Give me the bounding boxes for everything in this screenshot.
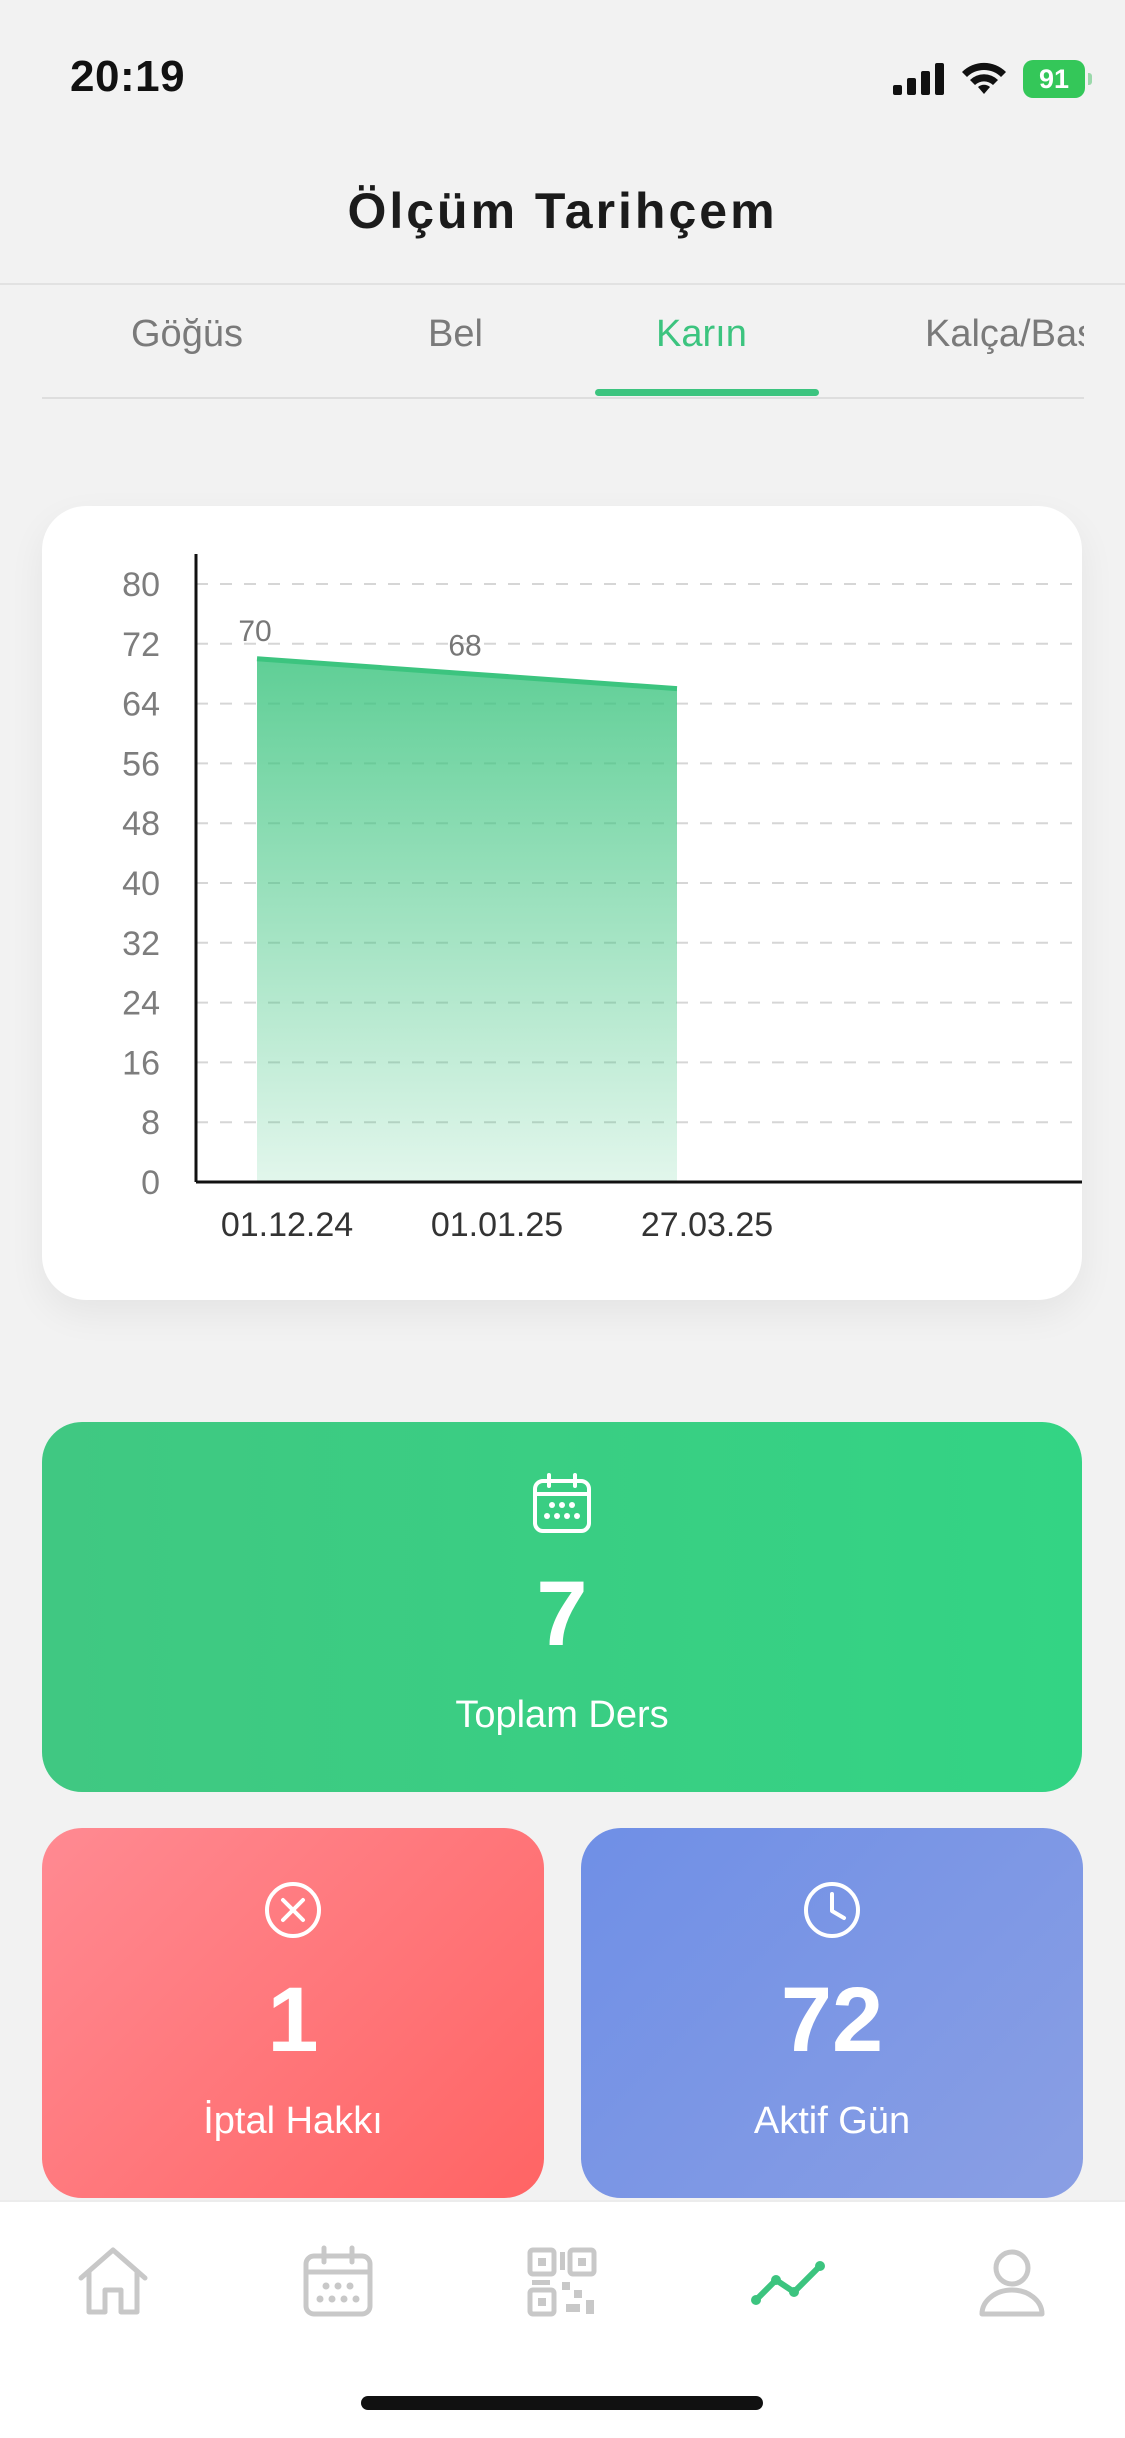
total-lessons-card[interactable]: 7 Toplam Ders — [42, 1422, 1082, 1792]
y-tick-label: 0 — [141, 1164, 160, 1202]
y-tick-label: 56 — [122, 745, 160, 783]
area-fill — [257, 658, 677, 1182]
battery-indicator: 91 — [1023, 60, 1092, 98]
y-tick-label: 80 — [122, 566, 160, 604]
calendar-icon — [533, 1473, 591, 1533]
x-tick-label: 01.12.24 — [221, 1206, 353, 1244]
clock-icon — [804, 1882, 860, 1938]
page-title: Ölçüm Tarihçem — [347, 183, 778, 239]
signal-icon — [893, 63, 944, 95]
cancel-rights-value: 1 — [267, 1969, 319, 2071]
active-days-value: 72 — [780, 1969, 884, 2071]
tab-kalca-basen[interactable]: Kalça/Basen — [925, 313, 1084, 356]
nav-calendar[interactable] — [298, 2242, 378, 2322]
status-bar: 20:19 91 — [0, 0, 1125, 150]
calendar-icon — [303, 2245, 373, 2317]
x-tick-label: 27.03.25 — [641, 1206, 773, 1244]
cancel-rights-card[interactable]: 1 İptal Hakkı — [42, 1828, 544, 2198]
status-time: 20:19 — [70, 52, 186, 101]
stats-trend-icon — [751, 2261, 825, 2305]
y-tick-label: 32 — [122, 925, 160, 963]
battery-level: 91 — [1038, 63, 1070, 94]
y-tick-label: 40 — [122, 865, 160, 903]
y-tick-label: 72 — [122, 626, 160, 664]
y-tick-label: 24 — [122, 985, 160, 1023]
y-tick-label: 8 — [141, 1104, 160, 1142]
nav-profile[interactable] — [972, 2242, 1052, 2322]
total-lessons-value: 7 — [536, 1563, 588, 1665]
qr-code-icon — [527, 2247, 597, 2317]
tab-gogus[interactable]: Göğüs — [131, 313, 243, 356]
active-days-label: Aktif Gün — [753, 2100, 911, 2142]
y-tick-label: 16 — [122, 1044, 160, 1082]
active-days-card[interactable]: 72 Aktif Gün — [581, 1828, 1083, 2198]
nav-stats[interactable] — [748, 2242, 828, 2322]
total-lessons-label: Toplam Ders — [455, 1694, 669, 1736]
y-tick-label: 64 — [122, 686, 160, 724]
profile-icon — [979, 2249, 1045, 2317]
data-label: 68 — [448, 630, 481, 663]
measurement-chart: 0 8 16 24 32 40 48 56 64 72 80 01.12.24 01.01.25 27.0… — [122, 554, 1082, 1244]
cancel-circle-icon — [265, 1882, 321, 1938]
tab-bel[interactable]: Bel — [428, 313, 483, 356]
x-tick-label: 01.01.25 — [431, 1206, 563, 1244]
cancel-rights-label: İptal Hakkı — [203, 2100, 383, 2142]
wifi-icon — [962, 62, 1006, 94]
home-icon — [78, 2247, 148, 2315]
data-label: 70 — [238, 615, 271, 648]
measurement-chart-card: 0 8 16 24 32 40 48 56 64 72 80 01.12.24 01.01.25 27.0… — [42, 506, 1082, 1300]
y-tick-label: 48 — [122, 805, 160, 843]
tab-karin[interactable]: Karın — [656, 313, 747, 356]
home-indicator — [361, 2396, 763, 2410]
nav-qr[interactable] — [522, 2242, 602, 2322]
status-icons: 91 — [893, 60, 1092, 98]
nav-home[interactable] — [73, 2242, 153, 2322]
measurement-tabs: Göğüs Bel Karın Kalça/Basen — [42, 285, 1084, 399]
active-tab-indicator — [595, 389, 819, 396]
